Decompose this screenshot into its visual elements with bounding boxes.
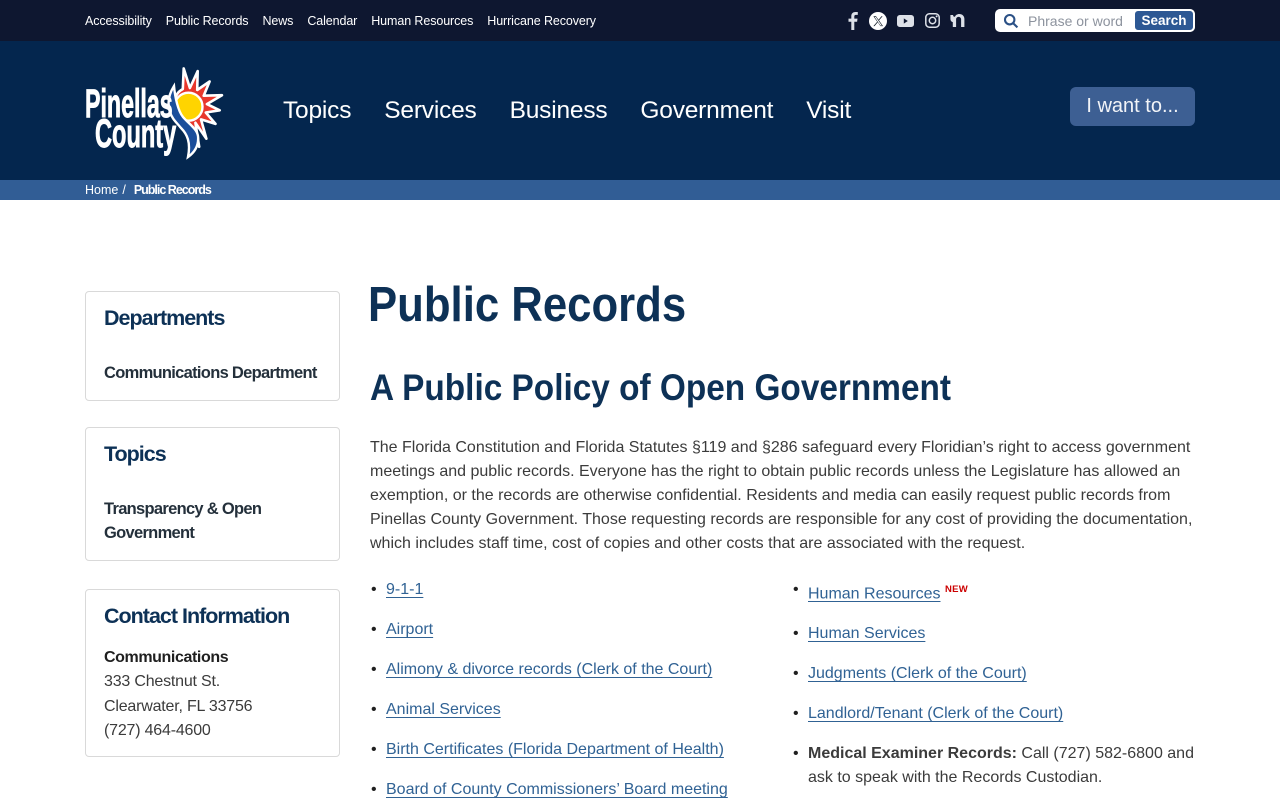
svg-text:County: County xyxy=(95,110,177,155)
